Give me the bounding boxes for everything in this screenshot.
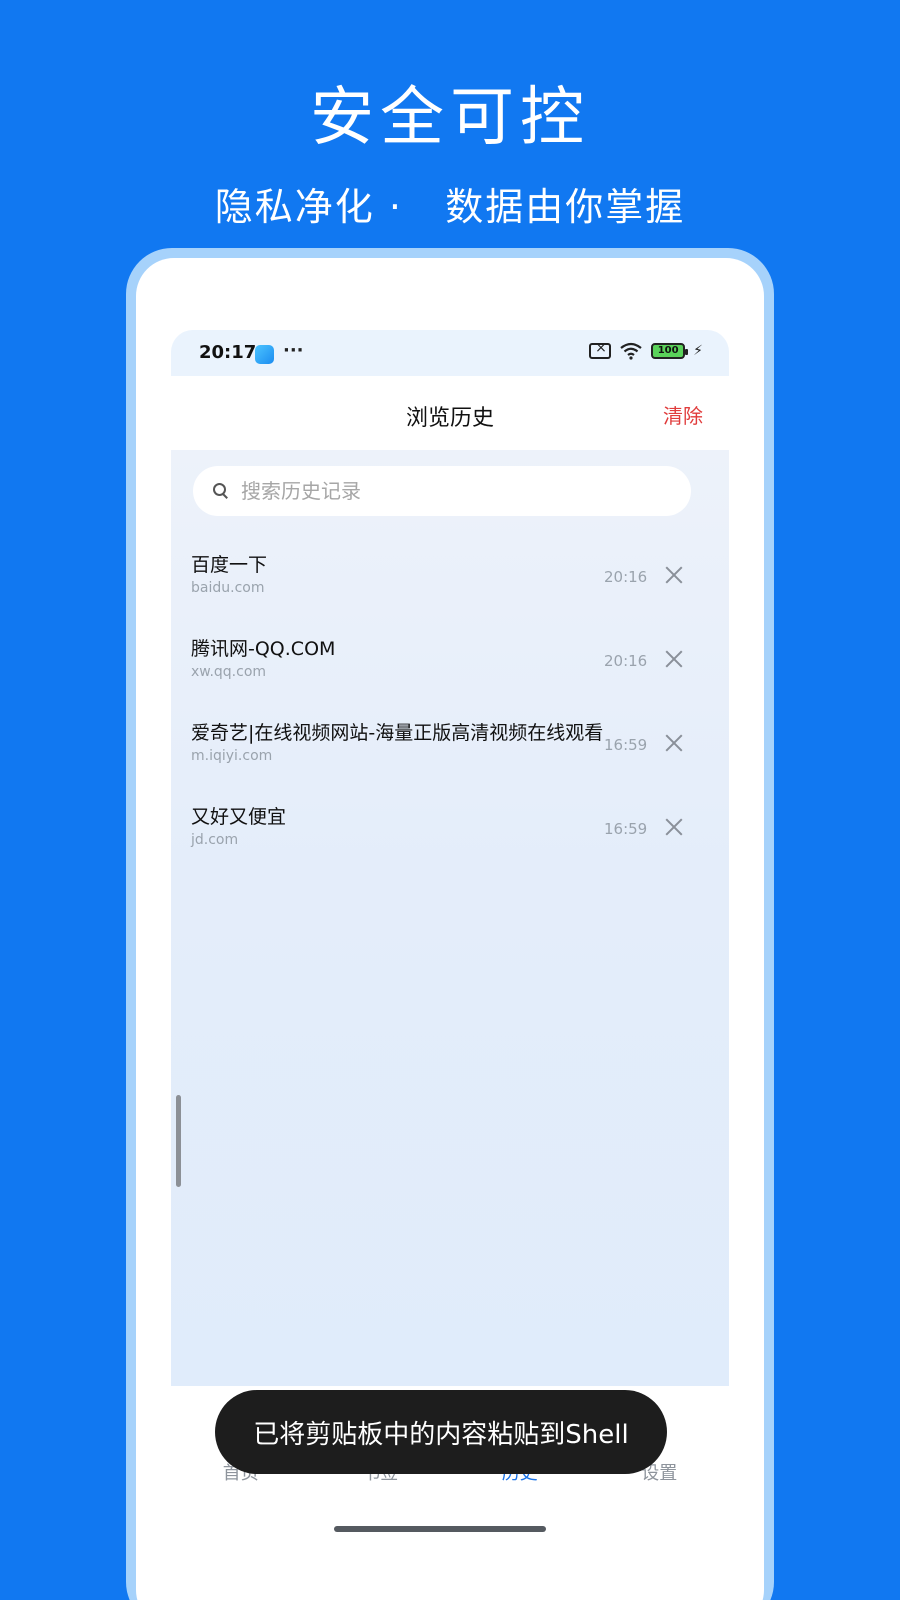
page-title: 浏览历史	[405, 406, 494, 431]
history-item-time: 20:16	[604, 568, 648, 586]
history-item-title: 腾讯网-QQ.COM	[191, 638, 336, 660]
search-box[interactable]	[193, 466, 691, 516]
history-item-title: 爱奇艺|在线视频网站-海量正版高清视频在线观看	[191, 722, 604, 744]
toast-message: 已将剪贴板中的内容粘贴到Shell	[215, 1390, 667, 1474]
history-item-url: m.iqiyi.com	[191, 748, 273, 764]
history-item-url: jd.com	[191, 832, 239, 848]
history-item[interactable]: 腾讯网-QQ.COM xw.qq.com 20:16	[171, 620, 729, 704]
promo-subtitle: 隐私净化 · 数据由你掌握	[214, 185, 686, 229]
search-icon	[213, 483, 229, 499]
history-item[interactable]: 百度一下 baidu.com 20:16	[171, 536, 729, 620]
history-item-time: 16:59	[604, 736, 648, 754]
sim-off-icon	[589, 340, 612, 359]
history-item-time: 20:16	[604, 652, 648, 670]
history-content: 百度一下 baidu.com 20:16 腾讯网-QQ.COM xw.qq.co…	[171, 450, 729, 1506]
wifi-icon	[620, 342, 642, 360]
home-indicator[interactable]	[334, 1526, 546, 1532]
status-icons: 100 ⚡	[589, 340, 703, 360]
scroll-indicator[interactable]	[176, 1095, 181, 1187]
history-item[interactable]: 又好又便宜 jd.com 16:59	[171, 788, 729, 872]
clear-history-button[interactable]: 清除	[663, 400, 703, 429]
status-bar: 20:17 ··· 100 ⚡	[171, 330, 729, 376]
app-icon	[255, 345, 274, 364]
charging-icon: ⚡	[693, 343, 703, 359]
battery-icon: 100	[651, 343, 689, 359]
header: 浏览历史 清除	[171, 376, 729, 450]
status-time: 20:17	[199, 342, 257, 363]
history-item-url: xw.qq.com	[191, 664, 267, 680]
close-icon[interactable]	[663, 816, 685, 838]
history-item-time: 16:59	[604, 820, 648, 838]
promo-title: 安全可控	[310, 81, 590, 155]
browser-app: 20:17 ··· 100 ⚡ 浏览历史 清除 百度一下 baidu.co	[171, 330, 729, 1555]
history-list: 百度一下 baidu.com 20:16 腾讯网-QQ.COM xw.qq.co…	[171, 536, 729, 872]
close-icon[interactable]	[663, 732, 685, 754]
history-item-title: 百度一下	[191, 554, 268, 576]
close-icon[interactable]	[663, 564, 685, 586]
more-notifications-icon: ···	[283, 340, 304, 361]
history-item-title: 又好又便宜	[191, 806, 287, 828]
history-item[interactable]: 爱奇艺|在线视频网站-海量正版高清视频在线观看 m.iqiyi.com 16:5…	[171, 704, 729, 788]
search-input[interactable]	[241, 479, 661, 503]
history-item-url: baidu.com	[191, 580, 265, 596]
close-icon[interactable]	[663, 648, 685, 670]
